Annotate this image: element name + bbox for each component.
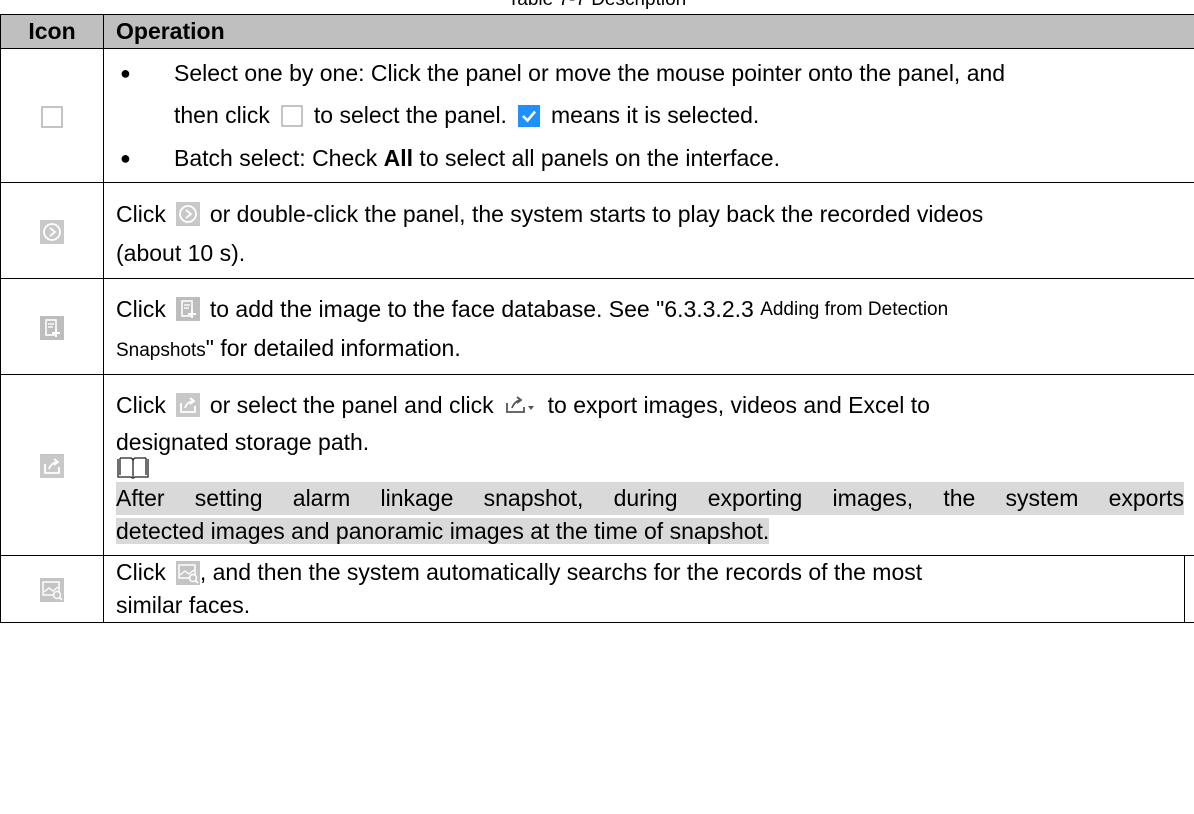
table-row-add-to-database: Click to add the image to the face datab… xyxy=(0,278,1194,375)
text-segment: or double-click the panel, the system st… xyxy=(209,200,984,227)
header-operation: Operation xyxy=(103,14,1194,49)
bullet-dot: ● xyxy=(120,62,131,83)
icon-cell xyxy=(0,555,104,623)
text-segment: Click xyxy=(116,295,166,322)
operation-cell: Click to add the image to the face datab… xyxy=(103,278,1194,375)
text-segment: then click xyxy=(174,102,270,128)
text-segment: Click xyxy=(116,391,166,418)
table-row-select: ● Select one by one: Click the panel or … xyxy=(0,48,1194,183)
bullet-continuation: then click to select the panel. means it… xyxy=(116,90,1188,142)
text-segment: designated storage path. xyxy=(116,429,370,455)
operation-cell: ● Select one by one: Click the panel or … xyxy=(103,48,1194,183)
text-segment: to add the image to the face database. S… xyxy=(209,295,754,322)
text-segment: means it is selected. xyxy=(550,102,760,128)
table-caption: Table 7-7 Description xyxy=(0,0,1194,12)
icon-cell xyxy=(0,278,104,375)
text-segment: , and then the system automatically sear… xyxy=(199,559,923,585)
table-header-row: Icon Operation xyxy=(0,14,1194,49)
all-keyword: All xyxy=(383,144,414,171)
text-segment: to select the panel. xyxy=(313,102,507,128)
icon-cell xyxy=(0,374,104,556)
text-segment: to export images, videos and Excel to xyxy=(547,391,930,418)
checkbox-icon xyxy=(40,105,64,129)
section-reference: Adding from Detection xyxy=(760,298,949,320)
search-similar-faces-icon xyxy=(176,561,200,585)
export-icon xyxy=(176,393,200,417)
text-segment: similar faces. xyxy=(116,592,251,618)
book-icon xyxy=(116,456,150,480)
text-segment: Click xyxy=(116,559,166,585)
bullet-text: Select one by one: Click the panel or mo… xyxy=(174,59,1006,86)
table-row-search-similar: Click , and then the system automaticall… xyxy=(0,555,1194,623)
text-segment: Click xyxy=(116,200,166,227)
note-text-line: detected images and panoramic images at … xyxy=(116,518,770,544)
export-icon xyxy=(40,454,64,478)
text-segment: or select the panel and click xyxy=(209,391,494,418)
export-dropdown-icon xyxy=(504,393,538,417)
description-table: Icon Operation ● Select one by one: Clic… xyxy=(0,14,1194,623)
play-icon xyxy=(176,202,200,226)
table-row-export: Click or select the panel and click to e… xyxy=(0,374,1194,556)
search-similar-faces-icon xyxy=(40,578,64,602)
add-to-database-icon xyxy=(40,316,64,340)
play-icon xyxy=(40,220,64,244)
bullet-item-select-one: ● Select one by one: Click the panel or … xyxy=(116,57,1188,90)
text-segment: " for detailed information. xyxy=(205,335,461,361)
add-to-database-icon xyxy=(176,297,200,321)
text-segment: Batch select: Check xyxy=(174,144,384,171)
cell-divider xyxy=(1183,556,1185,622)
bullet-item-batch-select: ● Batch select: Check All to select all … xyxy=(116,142,1188,175)
operation-cell: Click or double-click the panel, the sys… xyxy=(103,182,1194,279)
icon-cell xyxy=(0,48,104,183)
operation-cell: Click or select the panel and click to e… xyxy=(103,374,1194,556)
table-row-play: Click or double-click the panel, the sys… xyxy=(0,182,1194,279)
checkbox-icon xyxy=(280,104,304,128)
header-icon: Icon xyxy=(0,14,104,49)
section-reference: Snapshots xyxy=(116,340,206,361)
text-segment: to select all panels on the interface. xyxy=(413,144,780,171)
bullet-dot: ● xyxy=(120,147,131,168)
operation-cell: Click , and then the system automaticall… xyxy=(103,555,1194,623)
note-text-line: After setting alarm linkage snapshot, du… xyxy=(116,482,1184,515)
icon-cell xyxy=(0,182,104,279)
text-segment: (about 10 s). xyxy=(116,240,246,266)
checked-checkbox-icon xyxy=(517,104,541,128)
